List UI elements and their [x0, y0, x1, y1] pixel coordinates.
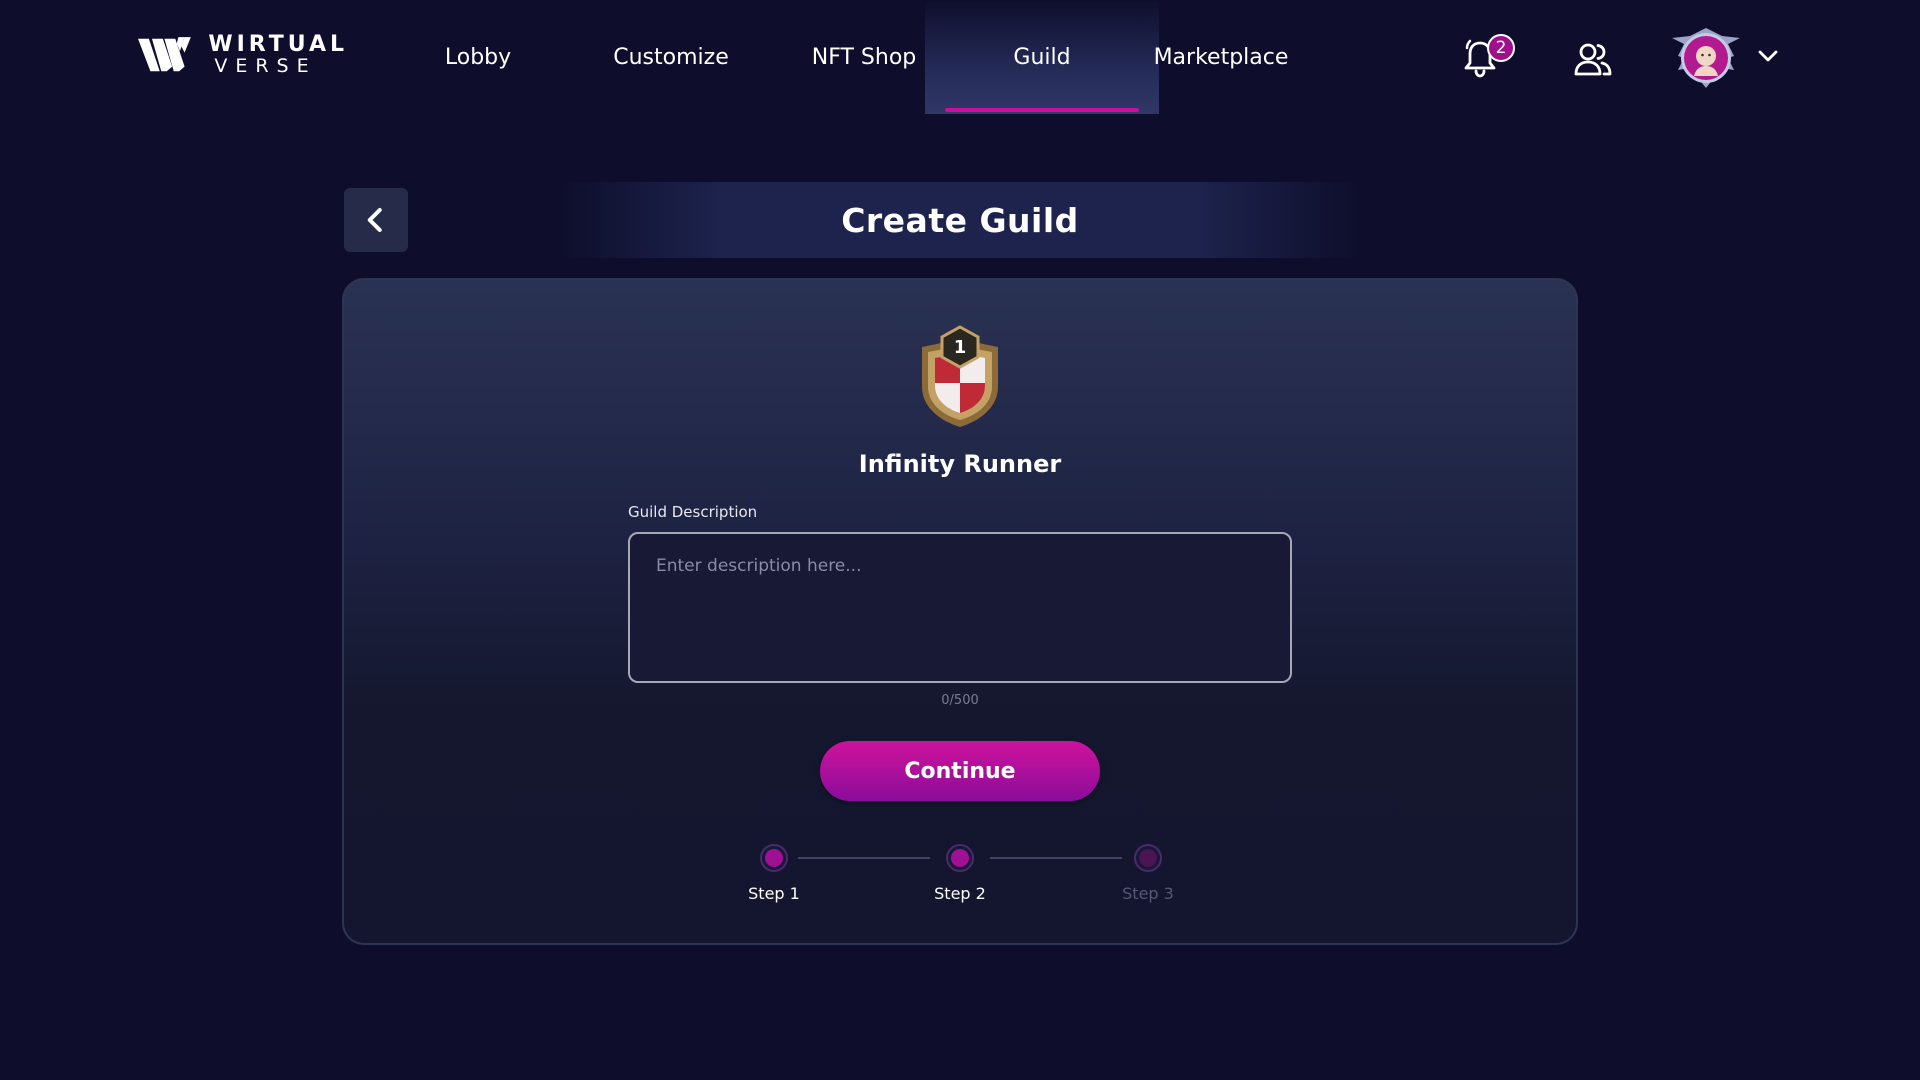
brand-logo-mark: [138, 37, 191, 72]
brand-name-line2: VERSE: [214, 55, 317, 77]
nav-item-nft-shop[interactable]: NFT Shop: [798, 0, 930, 114]
step-2-label: Step 2: [934, 884, 986, 903]
title-banner: Create Guild: [560, 182, 1360, 258]
step-3-indicator: [1134, 844, 1162, 872]
continue-button[interactable]: Continue: [820, 741, 1100, 801]
friends-button[interactable]: [1573, 41, 1613, 77]
character-counter: 0/500: [941, 693, 979, 708]
nav-item-customize[interactable]: Customize: [601, 0, 741, 114]
stepper: Step 1 Step 2 Step 3: [740, 842, 1180, 903]
step-1-indicator: [760, 844, 788, 872]
step-2-indicator: [946, 844, 974, 872]
nav-item-lobby[interactable]: Lobby: [428, 0, 528, 114]
guild-name: Infinity Runner: [858, 450, 1062, 478]
nav-item-label: Customize: [613, 44, 729, 70]
guild-emblem-icon: 1: [922, 325, 998, 427]
friends-icon: [1574, 43, 1612, 76]
top-nav: WIRTUAL VERSE Lobby Customize NFT Shop G…: [0, 0, 1920, 114]
guild-rank: 1: [954, 337, 967, 358]
continue-label: Continue: [904, 758, 1016, 784]
nav-item-label: Guild: [1013, 44, 1071, 70]
nav-item-guild[interactable]: Guild: [925, 0, 1159, 114]
description-input[interactable]: [630, 534, 1290, 681]
chevron-left-icon: [367, 208, 382, 232]
notification-badge: 2: [1487, 34, 1515, 62]
avatar[interactable]: [1668, 26, 1744, 90]
nav-item-label: NFT Shop: [811, 44, 917, 70]
step-connector: [798, 857, 930, 859]
back-button[interactable]: [344, 188, 408, 252]
description-label: Guild Description: [628, 503, 758, 521]
step-1-label: Step 1: [748, 884, 800, 903]
brand-name-line1: WIRTUAL: [208, 32, 348, 57]
nav-item-label: Lobby: [444, 44, 512, 70]
active-tab-indicator: [945, 108, 1139, 112]
nav-item-marketplace[interactable]: Marketplace: [1144, 0, 1298, 114]
page-title: Create Guild: [841, 200, 1079, 240]
description-field[interactable]: [628, 532, 1292, 683]
step-3-label: Step 3: [1122, 884, 1174, 903]
step-connector: [990, 857, 1122, 859]
brand-logo[interactable]: WIRTUAL VERSE: [138, 30, 348, 80]
chevron-down-icon[interactable]: [1757, 48, 1779, 64]
app-root: WIRTUAL VERSE Lobby Customize NFT Shop G…: [0, 0, 1920, 1080]
avatar-image: [1672, 28, 1740, 88]
nav-item-label: Marketplace: [1153, 44, 1289, 70]
